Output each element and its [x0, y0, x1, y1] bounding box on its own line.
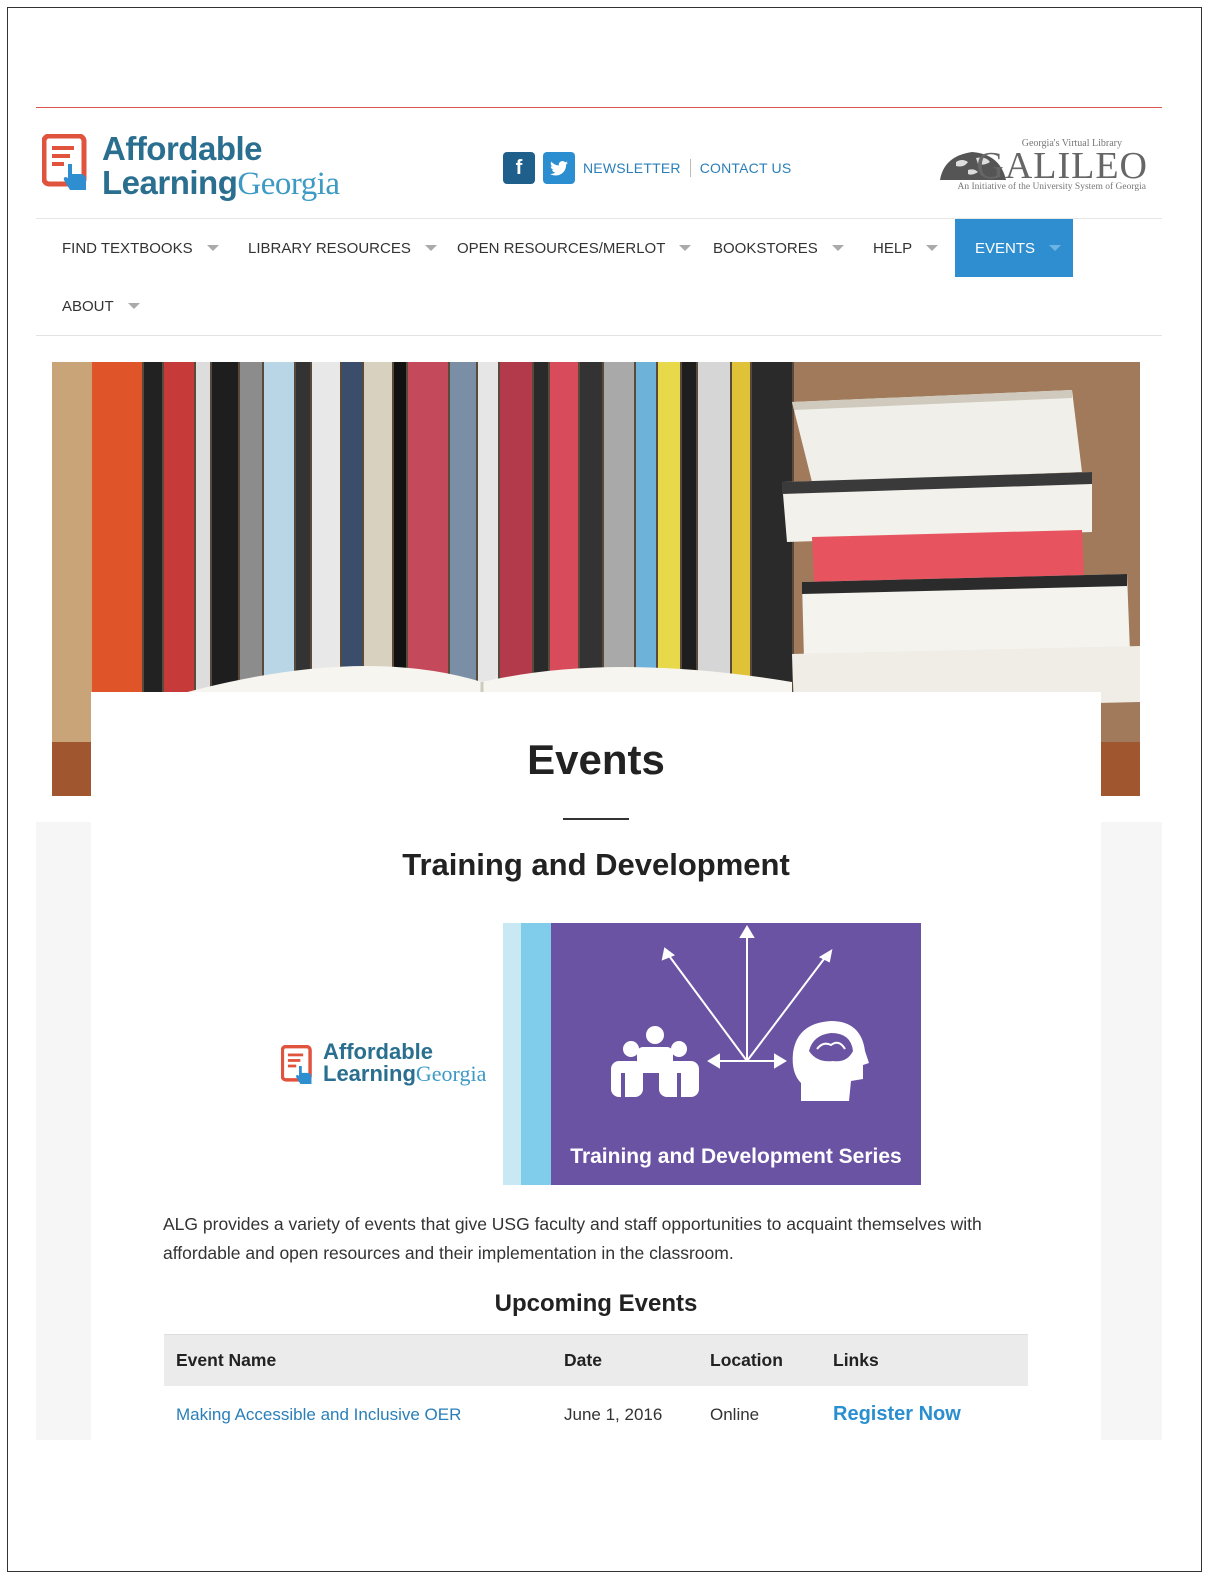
brand-line2: LearningGeorgia — [102, 164, 340, 202]
events-table: Event Name Date Location Links Making Ac… — [164, 1334, 1028, 1444]
brand-word-georgia: Georgia — [237, 166, 340, 202]
section-title: Training and Development — [402, 847, 790, 882]
nav-item-help[interactable]: HELP — [847, 219, 964, 277]
brand-line2: LearningGeorgia — [323, 1062, 486, 1086]
title-divider — [563, 818, 629, 820]
alg-logo-icon — [281, 1045, 312, 1084]
alg-logo-icon — [42, 134, 87, 190]
nav-item-about[interactable]: ABOUT — [36, 277, 166, 335]
twitter-icon[interactable] — [543, 152, 575, 184]
contact-us-link[interactable]: CONTACT US — [700, 160, 792, 176]
nav-item-events[interactable]: EVENTS — [955, 219, 1073, 277]
training-series-banner: Affordable LearningGeorgia Training and … — [281, 923, 921, 1185]
social-links: f NEWSLETTER CONTACT US — [503, 152, 791, 184]
event-location: Online — [710, 1404, 760, 1424]
register-now-link[interactable]: Register Now — [833, 1403, 961, 1425]
newsletter-link[interactable]: NEWSLETTER — [583, 160, 681, 176]
main-nav: FIND TEXTBOOKS LIBRARY RESOURCES OPEN RE… — [36, 219, 1162, 336]
nav-label: BOOKSTORES — [713, 239, 818, 257]
event-links-cell: Register Now — [821, 1386, 1028, 1444]
caret-down-icon — [206, 245, 219, 251]
nav-label: FIND TEXTBOOKS — [62, 239, 193, 257]
galileo-subline: An Initiative of the University System o… — [957, 182, 1146, 192]
event-name-cell: Making Accessible and Inclusive OER — [164, 1386, 552, 1444]
caret-down-icon — [127, 303, 140, 309]
nav-item-bookstores[interactable]: BOOKSTORES — [687, 219, 870, 277]
banner-caption: Training and Development Series — [570, 1145, 902, 1168]
site-header: Affordable LearningGeorgia f NEWSLETTER … — [36, 108, 1162, 218]
brand-line1: Affordable — [102, 130, 263, 167]
event-link[interactable]: Making Accessible and Inclusive OER — [176, 1405, 461, 1424]
table-row: Making Accessible and Inclusive OER June… — [164, 1386, 1028, 1444]
brand-word-learning: Learning — [323, 1061, 416, 1086]
nav-label: ABOUT — [62, 297, 114, 315]
alg-logo-small: Affordable LearningGeorgia — [281, 1041, 501, 1091]
page-title: Events — [527, 736, 665, 783]
intro-paragraph: ALG provides a variety of events that gi… — [163, 1214, 982, 1263]
banner-stripe-light — [503, 923, 523, 1185]
table-header-row: Event Name Date Location Links — [164, 1334, 1028, 1386]
event-date: June 1, 2016 — [564, 1404, 663, 1424]
people-and-brain-icon — [611, 925, 869, 1101]
caret-down-icon — [831, 245, 844, 251]
nav-item-library-resources[interactable]: LIBRARY RESOURCES — [222, 219, 463, 277]
col-links: Links — [821, 1334, 1028, 1386]
upcoming-events-title: Upcoming Events — [494, 1290, 698, 1317]
caret-down-icon — [926, 245, 939, 251]
alg-logo[interactable]: Affordable LearningGeorgia — [42, 132, 362, 202]
col-location: Location — [698, 1334, 821, 1386]
banner-stripe — [521, 923, 551, 1185]
link-divider — [689, 159, 691, 177]
caret-down-icon — [1049, 245, 1062, 251]
col-date: Date — [552, 1334, 698, 1386]
content-card: Events Training and Development Affordab… — [91, 692, 1101, 1440]
nav-item-find-textbooks[interactable]: FIND TEXTBOOKS — [36, 219, 245, 277]
brand-line1: Affordable — [323, 1039, 433, 1064]
nav-label: EVENTS — [975, 239, 1036, 257]
nav-label: LIBRARY RESOURCES — [248, 239, 411, 257]
nav-label: HELP — [873, 239, 913, 257]
facebook-icon[interactable]: f — [503, 152, 535, 184]
banner-panel: Training and Development Series — [551, 923, 921, 1185]
nav-item-open-resources[interactable]: OPEN RESOURCES/MERLOT — [431, 219, 717, 277]
nav-label: OPEN RESOURCES/MERLOT — [457, 239, 666, 257]
brand-word-learning: Learning — [102, 164, 238, 201]
col-event-name: Event Name — [164, 1334, 552, 1386]
galileo-logo[interactable]: Georgia's Virtual Library GALILEO An Ini… — [928, 134, 1148, 194]
brand-word-georgia: Georgia — [415, 1061, 487, 1086]
